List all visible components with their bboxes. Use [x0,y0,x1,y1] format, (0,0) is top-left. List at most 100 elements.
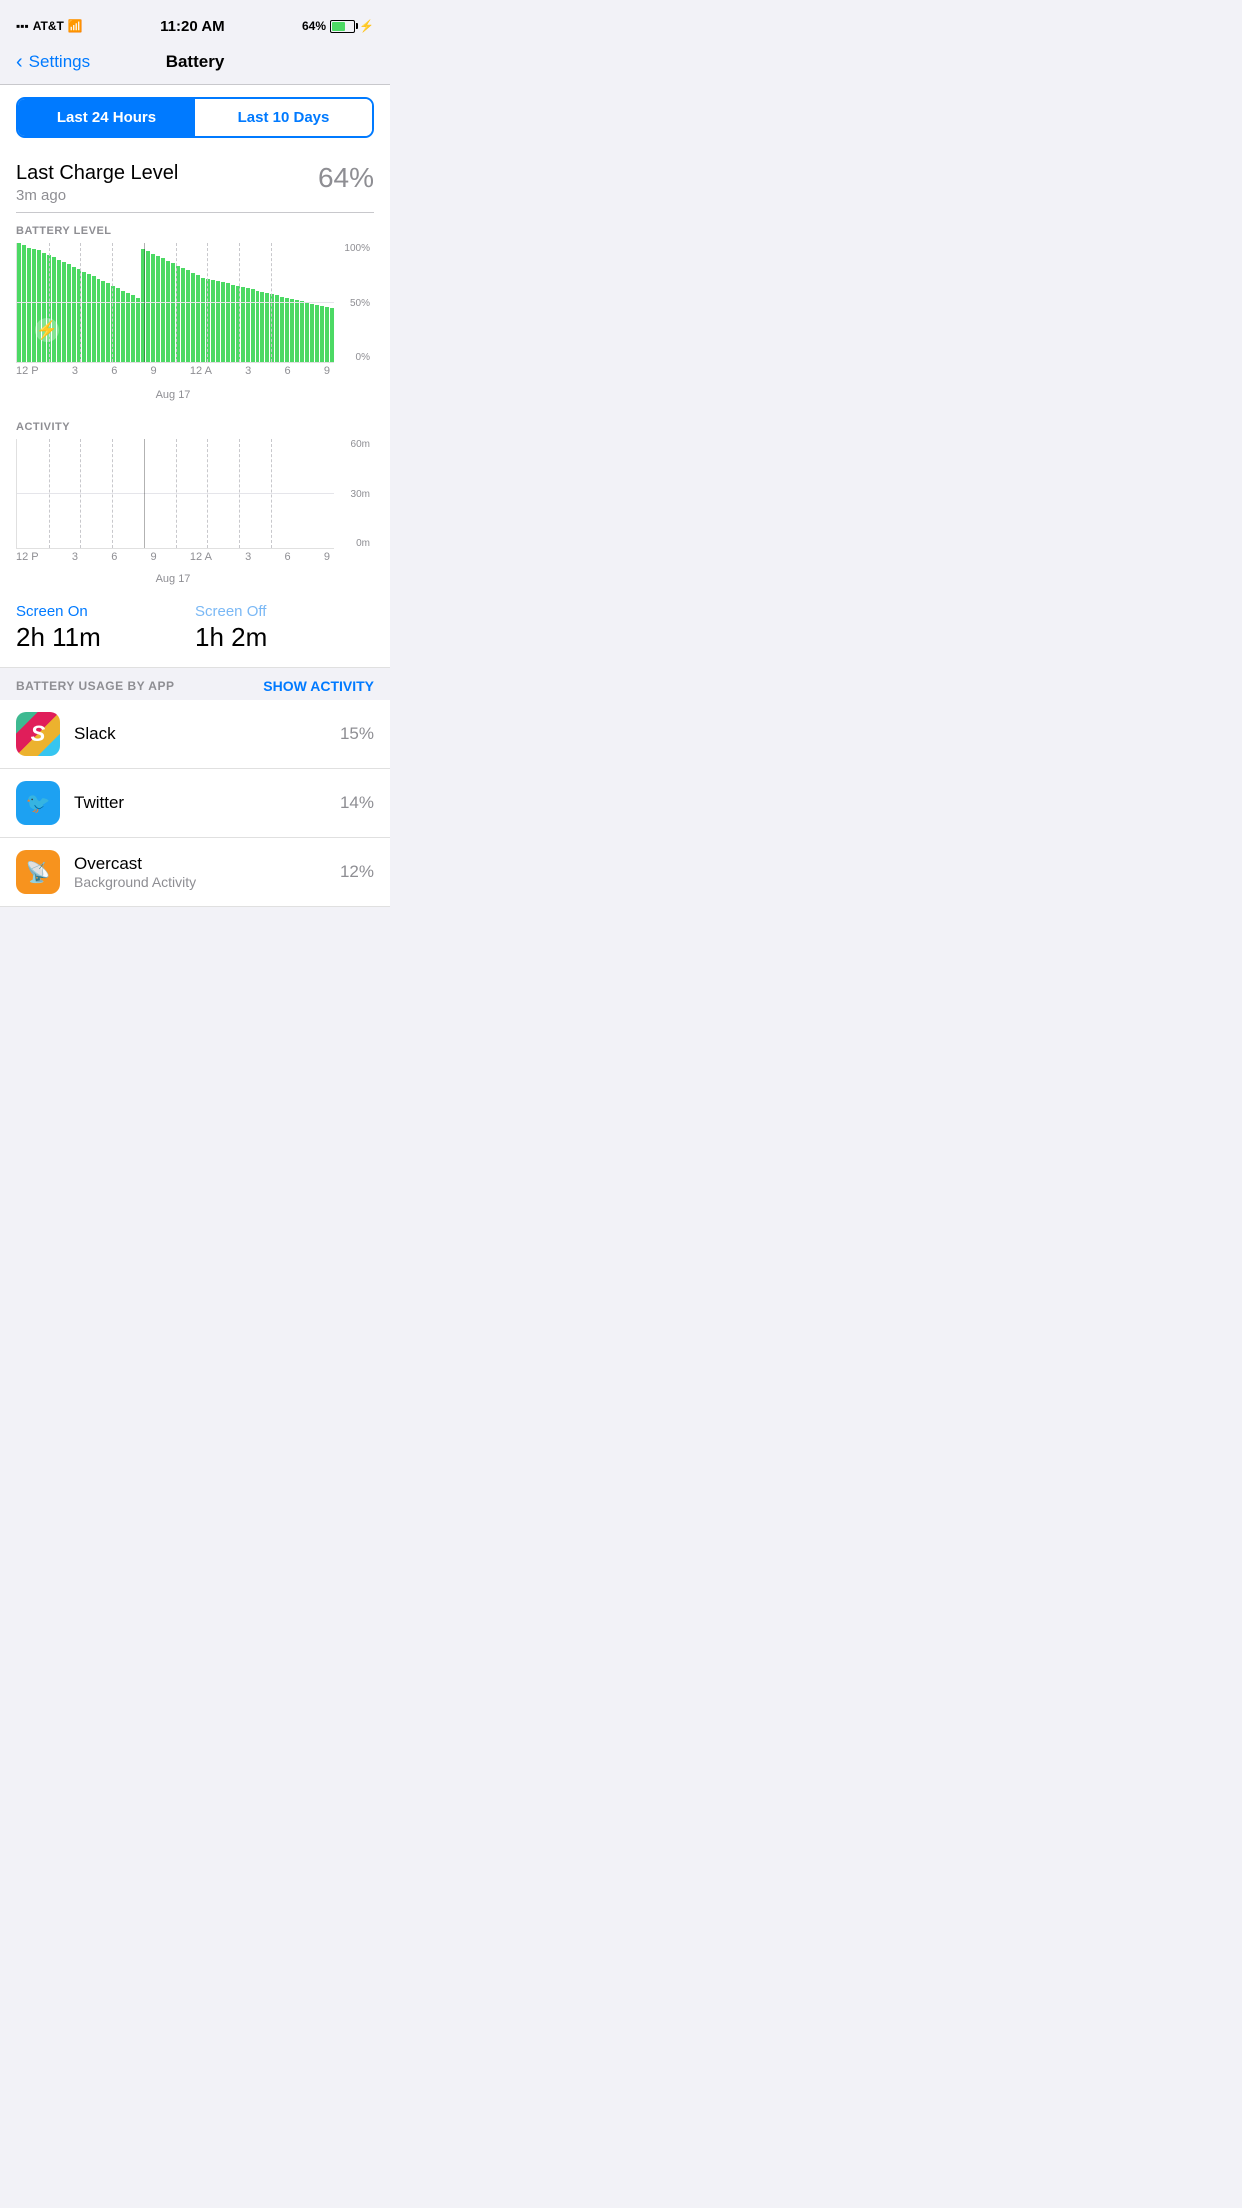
battery-bar [310,304,314,362]
dashed-line-1 [49,243,50,362]
last-charge-section: Last Charge Level 3m ago 64% [0,150,390,212]
activity-yaxis: 60m 30m 0m [334,439,374,549]
x-label-6a1: 6 [111,365,117,377]
app-list: S Slack 15% 🐦 Twitter 14% 📡 Overcast Bac… [0,700,390,907]
battery-bar [330,308,334,362]
nav-bar: ‹ Settings Battery [0,44,390,85]
x-label-6a2: 6 [284,365,290,377]
act-x-6a1: 6 [111,551,117,563]
twitter-pct: 14% [340,793,374,813]
y-label-100: 100% [334,243,370,254]
y-label-60m: 60m [334,439,370,450]
dashed-line-4 [176,243,177,362]
act-dashed-2 [80,439,81,548]
battery-bar [280,297,284,362]
twitter-name: Twitter [74,793,340,813]
back-button[interactable]: ‹ Settings [16,51,90,74]
battery-bar [290,299,294,362]
battery-bar [161,258,165,362]
slack-icon: S [16,712,60,756]
screen-stats: Screen On 2h 11m Screen Off 1h 2m [0,589,390,667]
y-label-0m: 0m [334,538,370,549]
battery-xaxis: 12 P 3 6 9 12 A 3 6 9 [16,363,374,393]
battery-bar [82,272,86,362]
y-label-30m: 30m [334,489,370,500]
battery-bar [226,283,230,362]
overcast-name: Overcast [74,854,340,874]
signal-icon: ▪▪▪ [16,19,29,33]
battery-bar [151,254,155,362]
battery-bar [201,278,205,362]
battery-bar [265,293,269,362]
screen-on-value: 2h 11m [16,622,195,653]
battery-bar [87,274,91,362]
battery-bar [97,279,101,362]
battery-chart-bars: ⚡ [16,243,334,363]
battery-bar [241,287,245,362]
act-dashed-6 [239,439,240,548]
battery-bar [275,295,279,362]
last-24-hours-button[interactable]: Last 24 Hours [18,99,195,136]
battery-bar [42,253,46,362]
act-dashed-1 [49,439,50,548]
charging-icon: ⚡ [359,19,374,33]
act-dashed-4 [176,439,177,548]
act-dashed-7 [271,439,272,548]
app-item-slack[interactable]: S Slack 15% [0,700,390,769]
battery-bar [295,300,299,362]
battery-percentage: 64% [302,19,326,33]
usage-header: BATTERY USAGE BY APP SHOW ACTIVITY [0,668,390,700]
screen-off-stat: Screen Off 1h 2m [195,603,374,653]
twitter-icon: 🐦 [16,781,60,825]
x-label-3a1: 3 [72,365,78,377]
battery-bar [106,283,110,362]
x-label-12a: 12 A [190,365,212,377]
chevron-left-icon: ‹ [16,51,23,74]
battery-bar [221,282,225,362]
show-activity-button[interactable]: SHOW ACTIVITY [263,678,374,694]
activity-vertical-divider [144,439,145,548]
twitter-info: Twitter [74,793,340,813]
x-label-9a1: 9 [151,365,157,377]
battery-bar [17,243,21,362]
status-bar: ▪▪▪ AT&T 📶 11:20 AM 64% ⚡ [0,0,390,44]
activity-chart-bars [16,439,334,549]
x-label-3a2: 3 [245,365,251,377]
battery-bar [196,275,200,362]
battery-bar [72,267,76,362]
battery-bar [146,251,150,362]
app-item-overcast[interactable]: 📡 Overcast Background Activity 12% [0,838,390,907]
battery-bar [166,261,170,362]
battery-bar [52,257,56,362]
battery-bar [27,248,31,362]
act-x-12p: 12 P [16,551,39,563]
battery-bar [251,289,255,362]
time-display: 11:20 AM [160,18,224,35]
battery-bar [320,306,324,362]
last-charge-title: Last Charge Level [16,162,178,185]
activity-chart-label: ACTIVITY [16,421,374,433]
battery-bar [216,281,220,362]
dashed-line-2 [80,243,81,362]
screen-on-stat: Screen On 2h 11m [16,603,195,653]
battery-chart-container: ⚡ 100% 50% 0% [16,243,374,363]
screen-on-label: Screen On [16,603,195,620]
app-item-twitter[interactable]: 🐦 Twitter 14% [0,769,390,838]
usage-header-label: BATTERY USAGE BY APP [16,679,174,693]
battery-bar [101,281,105,362]
screen-off-value: 1h 2m [195,622,374,653]
act-x-3a1: 3 [72,551,78,563]
act-x-6a2: 6 [284,551,290,563]
battery-bar [285,298,289,362]
battery-bar [136,298,140,362]
overcast-pct: 12% [340,862,374,882]
battery-bar [181,268,185,362]
last-charge-subtitle: 3m ago [16,187,178,204]
back-label: Settings [29,52,90,72]
wifi-icon: 📶 [68,19,83,33]
battery-bar [92,276,96,362]
battery-bar [62,262,66,362]
battery-bar [325,307,329,362]
battery-bar [315,305,319,362]
last-10-days-button[interactable]: Last 10 Days [195,99,372,136]
